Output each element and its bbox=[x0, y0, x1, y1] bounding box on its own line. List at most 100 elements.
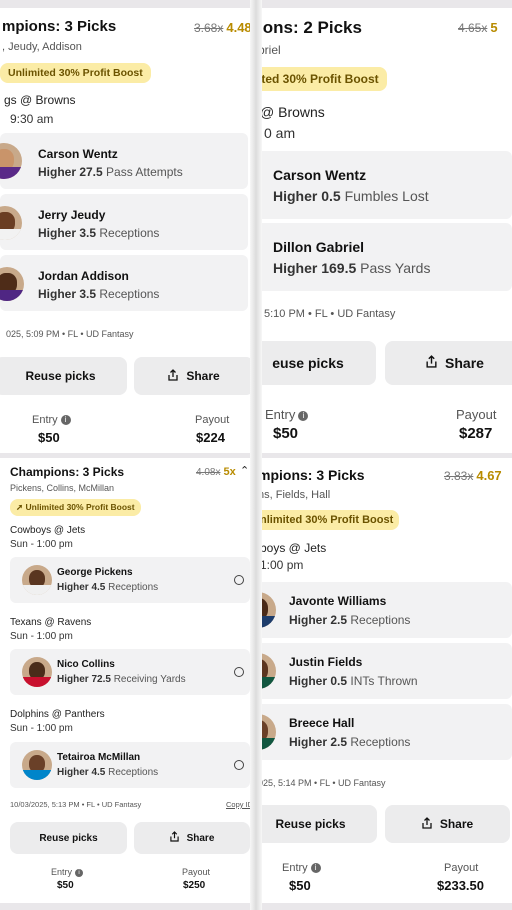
pick-value: Higher 2.5 bbox=[289, 735, 348, 749]
entry-label: Entry i bbox=[265, 407, 309, 422]
pick-value: Higher 3.5 bbox=[38, 287, 97, 301]
entry-meta: 025, 5:14 PM • FL • UD Fantasy bbox=[258, 778, 386, 788]
pick-row[interactable]: Javonte Williams Higher 2.5 Receptions bbox=[250, 582, 512, 638]
game-matchup: @ Browns bbox=[260, 104, 325, 120]
entry-meta: 10/03/2025, 5:13 PM • FL • UD Fantasy bbox=[10, 800, 142, 809]
game-time: 0 am bbox=[264, 125, 296, 141]
share-icon bbox=[169, 831, 179, 845]
info-icon: i bbox=[298, 410, 309, 421]
share-button[interactable]: Share bbox=[134, 357, 254, 395]
player-avatar bbox=[0, 267, 24, 301]
pick-stat: Fumbles Lost bbox=[344, 188, 429, 204]
pick-value: Higher 4.5 bbox=[57, 582, 106, 593]
pick-line: Higher 2.5 Receptions bbox=[289, 613, 410, 627]
reuse-label: Reuse picks bbox=[25, 369, 96, 383]
odds-new: 5 bbox=[490, 20, 498, 35]
reuse-picks-button[interactable]: Reuse picks bbox=[0, 357, 127, 395]
pick-line: Higher 27.5 Pass Attempts bbox=[38, 165, 183, 179]
payout-label: Payout bbox=[456, 407, 497, 422]
pick-line: Higher 4.5 Receptions bbox=[57, 582, 158, 593]
pick-value: Higher 0.5 bbox=[273, 188, 341, 204]
game-time: 1:00 pm bbox=[260, 558, 304, 572]
pick-stat: Receptions bbox=[350, 613, 411, 627]
pick-line: Higher 3.5 Receptions bbox=[38, 226, 159, 240]
share-icon bbox=[426, 355, 437, 371]
player-name: Justin Fields bbox=[289, 655, 363, 669]
share-label: Share bbox=[186, 369, 220, 383]
payout-label: Payout bbox=[444, 862, 479, 874]
payout-amount: $233.50 bbox=[437, 878, 484, 893]
pick-line: Higher 0.5 INTs Thrown bbox=[289, 674, 418, 688]
pick-stat: Receptions bbox=[108, 767, 159, 778]
odds: 3.68x 4.48 bbox=[194, 20, 252, 35]
pick-row[interactable]: Carson Wentz Higher 0.5 Fumbles Lost bbox=[250, 151, 512, 219]
pick-stat: Receptions bbox=[99, 226, 160, 240]
pick-line: Higher 3.5 Receptions bbox=[38, 287, 159, 301]
pick-value: Higher 72.5 bbox=[57, 674, 111, 685]
entry-meta: 5:10 PM • FL • UD Fantasy bbox=[264, 308, 396, 320]
player-name: Nico Collins bbox=[57, 659, 115, 670]
odds: 3.83x 4.67 bbox=[444, 468, 502, 483]
info-icon: i bbox=[60, 415, 71, 426]
reuse-picks-button[interactable]: Reuse picks bbox=[250, 805, 377, 843]
chevron-up-icon[interactable]: ⌃ bbox=[240, 464, 249, 477]
player-name: Jordan Addison bbox=[38, 269, 129, 283]
pick-value: Higher 4.5 bbox=[57, 767, 106, 778]
pick-row[interactable]: Jordan Addison Higher 3.5 Receptions bbox=[0, 255, 248, 311]
collage-divider bbox=[250, 0, 262, 910]
pick-row[interactable]: Carson Wentz Higher 27.5 Pass Attempts bbox=[0, 133, 248, 189]
pick-row[interactable]: Jerry Jeudy Higher 3.5 Receptions bbox=[0, 194, 248, 250]
pick-row[interactable]: Dillon Gabriel Higher 169.5 Pass Yards bbox=[250, 223, 512, 291]
pick-row[interactable]: George Pickens Higher 4.5 Receptions bbox=[10, 557, 250, 603]
share-label: Share bbox=[186, 832, 215, 844]
game-time: Sun - 1:00 pm bbox=[10, 631, 73, 642]
reuse-picks-button[interactable]: euse picks bbox=[250, 341, 376, 385]
player-avatar bbox=[22, 657, 52, 687]
profit-boost-badge: nlimited 30% Profit Boost bbox=[254, 510, 400, 530]
share-label: Share bbox=[445, 355, 484, 371]
radio-button[interactable] bbox=[234, 760, 244, 770]
player-name: Tetairoa McMillan bbox=[57, 752, 141, 763]
player-name: George Pickens bbox=[57, 567, 133, 578]
game-matchup: Dolphins @ Panthers bbox=[10, 709, 105, 720]
entry-label: Entry i bbox=[51, 867, 84, 877]
payout-amount: $287 bbox=[459, 425, 493, 442]
radio-button[interactable] bbox=[234, 575, 244, 585]
odds: 4.65x 5 bbox=[458, 20, 498, 35]
pick-line: Higher 4.5 Receptions bbox=[57, 767, 158, 778]
pick-row[interactable]: Nico Collins Higher 72.5 Receiving Yards bbox=[10, 649, 250, 695]
game-time: 9:30 am bbox=[10, 112, 54, 126]
pick-row[interactable]: Justin Fields Higher 0.5 INTs Thrown bbox=[250, 643, 512, 699]
odds-new: 5x bbox=[223, 466, 236, 478]
pick-value: Higher 2.5 bbox=[289, 613, 348, 627]
pick-row[interactable]: Tetairoa McMillan Higher 4.5 Receptions bbox=[10, 742, 250, 788]
entry-label: Entry i bbox=[282, 862, 321, 874]
player-name: Breece Hall bbox=[289, 716, 355, 730]
pick-stat: Receiving Yards bbox=[113, 674, 186, 685]
share-button[interactable]: Share bbox=[385, 805, 510, 843]
pick-line: Higher 0.5 Fumbles Lost bbox=[273, 188, 429, 204]
rocket-icon: ➚ bbox=[16, 502, 24, 512]
odds-old: 4.65x bbox=[458, 21, 488, 35]
reuse-label: Reuse picks bbox=[275, 817, 346, 831]
player-avatar bbox=[22, 565, 52, 595]
entry-card-4: mpions: 3 Picks 3.83x 4.67 ns, Fields, Ha… bbox=[250, 458, 512, 903]
profit-boost-badge: ited 30% Profit Boost bbox=[250, 67, 387, 91]
share-button[interactable]: Share bbox=[385, 341, 512, 385]
pick-value: Higher 169.5 bbox=[273, 260, 357, 276]
pick-row[interactable]: Breece Hall Higher 2.5 Receptions bbox=[250, 704, 512, 760]
payout-amount: $224 bbox=[196, 430, 225, 445]
entry-amount: $50 bbox=[273, 425, 299, 442]
share-button[interactable]: Share bbox=[134, 822, 250, 854]
payout-label: Payout bbox=[182, 867, 211, 877]
entry-players: , Jeudy, Addison bbox=[2, 41, 82, 53]
radio-button[interactable] bbox=[234, 667, 244, 677]
pick-line: Higher 72.5 Receiving Yards bbox=[57, 674, 186, 685]
pick-stat: Receptions bbox=[350, 735, 411, 749]
info-icon: i bbox=[75, 868, 84, 877]
entry-players: ns, Fields, Hall bbox=[258, 489, 331, 501]
share-icon bbox=[422, 816, 432, 832]
share-label: Share bbox=[439, 817, 474, 831]
reuse-picks-button[interactable]: Reuse picks bbox=[10, 822, 127, 854]
odds-old: 3.68x bbox=[194, 21, 224, 35]
